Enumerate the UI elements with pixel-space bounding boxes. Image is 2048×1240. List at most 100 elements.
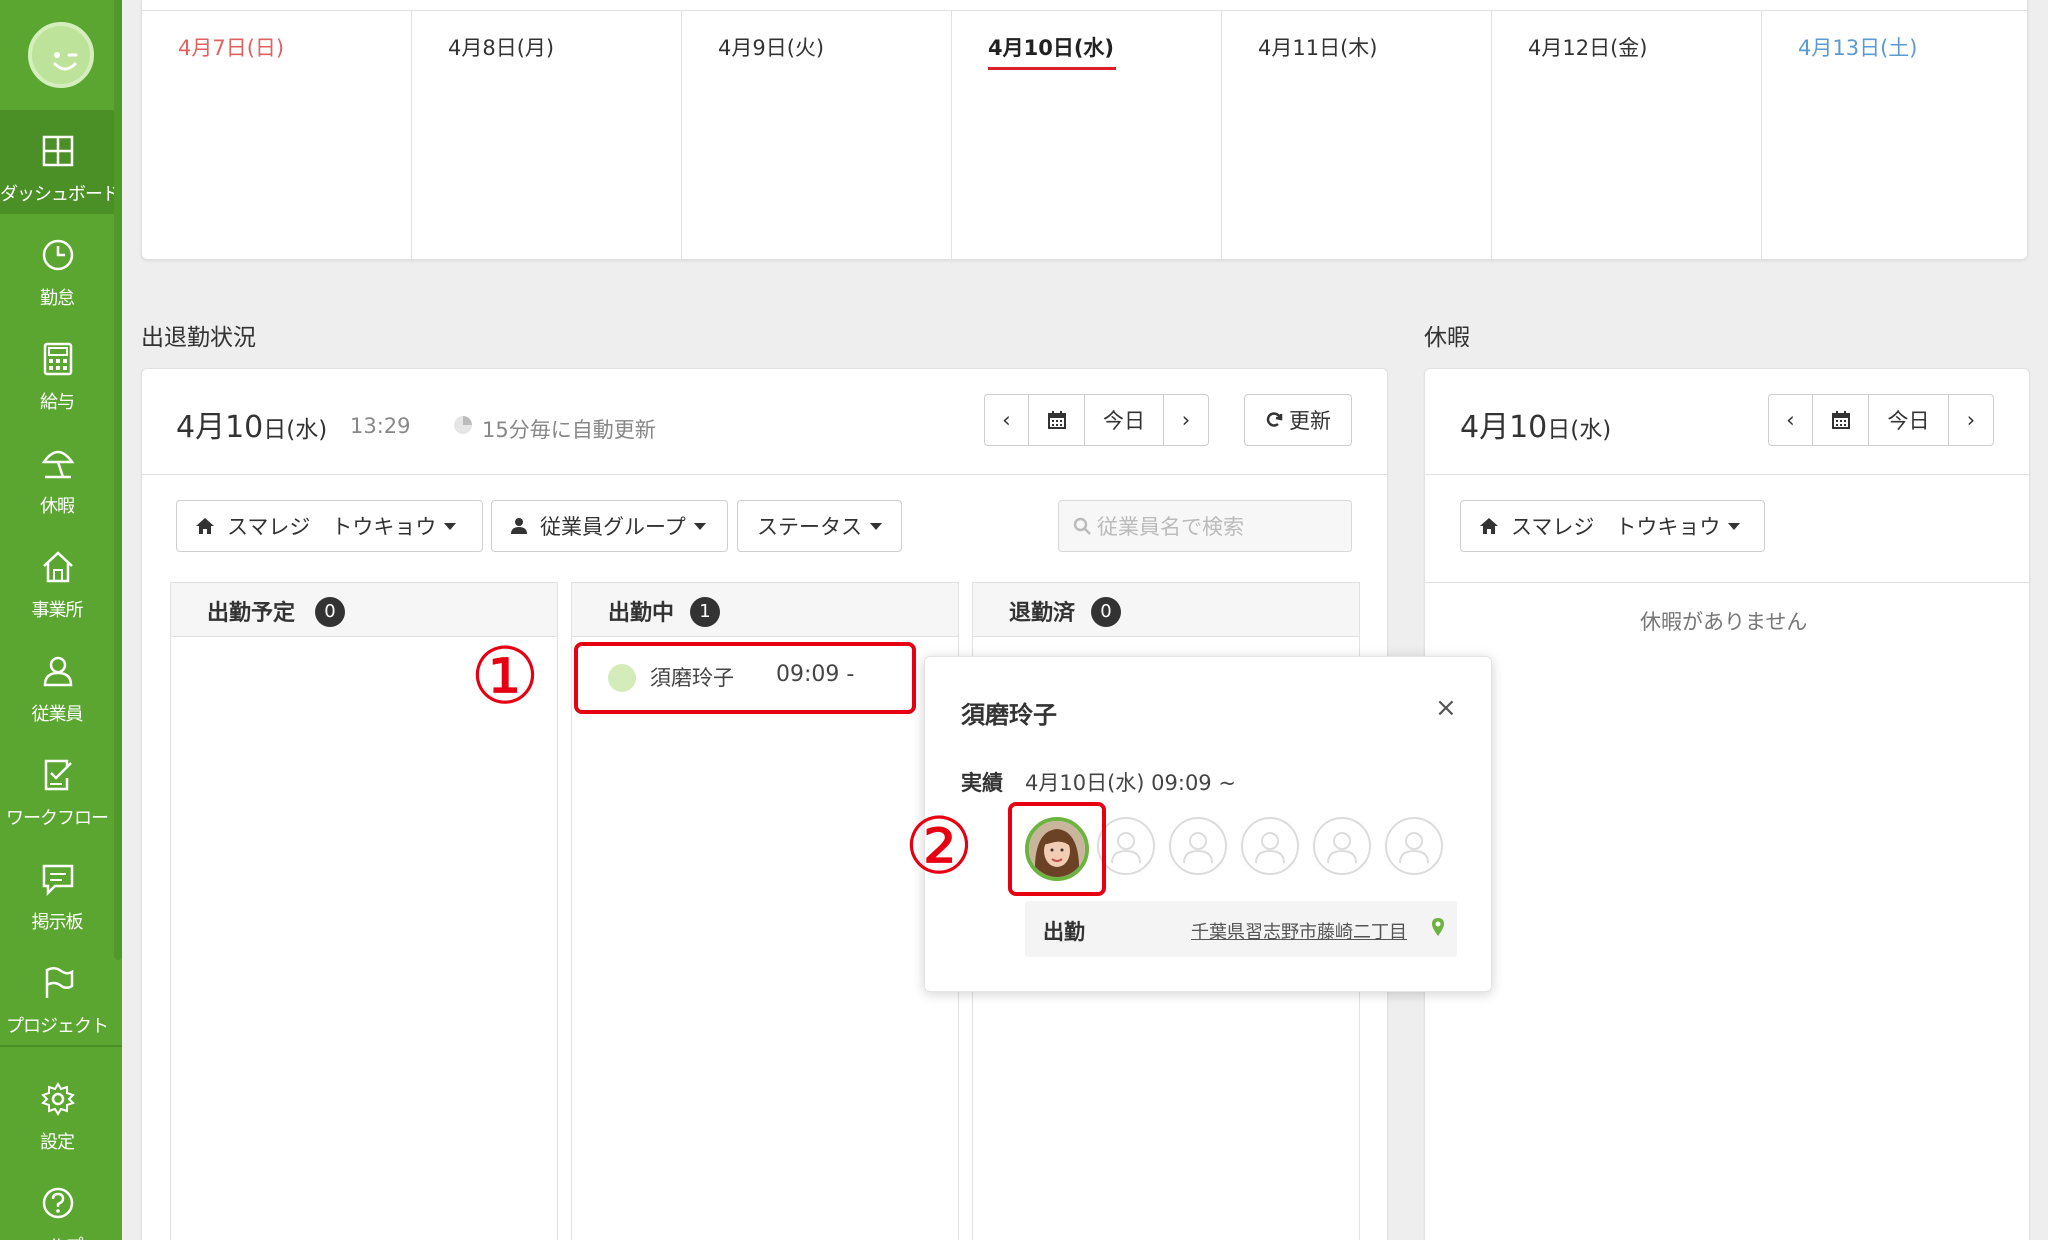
calendar-day-thu[interactable]: 4月11日(木) bbox=[1222, 10, 1492, 260]
sidebar-item-label: ヘルプ bbox=[0, 1232, 114, 1240]
day-label: 4月12日(金) bbox=[1528, 36, 1648, 60]
sidebar-item-office[interactable]: 事業所 bbox=[0, 526, 114, 630]
calendar-day-sat[interactable]: 4月13日(土) bbox=[1762, 10, 2029, 260]
sidebar-item-label: 給与 bbox=[40, 392, 75, 413]
store-filter-dropdown[interactable]: スマレジ トウキョウ bbox=[176, 500, 483, 552]
sidebar-scrollbar[interactable] bbox=[114, 0, 122, 960]
calendar-day-fri[interactable]: 4月12日(金) bbox=[1492, 10, 1762, 260]
today-underline bbox=[988, 67, 1116, 70]
calendar-button[interactable] bbox=[1813, 395, 1869, 445]
annotation-number-1: ① bbox=[470, 632, 540, 722]
sidebar-item-employees[interactable]: 従業員 bbox=[0, 630, 114, 734]
today-button[interactable]: 今日 bbox=[1869, 395, 1949, 445]
highlight-box-2 bbox=[1008, 802, 1106, 896]
close-icon[interactable]: × bbox=[1435, 693, 1457, 723]
sidebar: ダッシュボード 勤怠 給与 休暇 事業所 従業員 ワークフロー 掲示板 プロジェ… bbox=[0, 0, 122, 1240]
vacation-card bbox=[1424, 368, 2030, 1240]
calendar-icon bbox=[1047, 411, 1066, 429]
prev-date-button[interactable]: ‹ bbox=[985, 395, 1029, 445]
divider bbox=[141, 474, 1388, 475]
prev-date-button[interactable]: ‹ bbox=[1769, 395, 1813, 445]
refresh-button[interactable]: 更新 bbox=[1244, 394, 1352, 446]
vacation-store-filter-dropdown[interactable]: スマレジ トウキョウ bbox=[1460, 500, 1765, 552]
sidebar-item-label: 休暇 bbox=[40, 496, 75, 517]
sidebar-item-label: 勤怠 bbox=[40, 288, 75, 309]
sidebar-item-label: ダッシュボード bbox=[0, 184, 120, 205]
sidebar-item-label: 事業所 bbox=[31, 600, 84, 621]
sidebar-item-label: 従業員 bbox=[31, 704, 84, 725]
today-button[interactable]: 今日 bbox=[1085, 395, 1164, 445]
popup-employee-name: 須磨玲子 bbox=[961, 701, 1057, 729]
location-address-link[interactable]: 千葉県習志野市藤崎二丁目 bbox=[1191, 918, 1407, 944]
clock-icon bbox=[42, 239, 74, 271]
flag-icon bbox=[45, 967, 74, 998]
status-dropdown[interactable]: ステータス bbox=[737, 500, 902, 552]
search-icon bbox=[1073, 517, 1091, 535]
vacation-section-title: 休暇 bbox=[1424, 325, 1470, 351]
employee-group-dropdown[interactable]: 従業員グループ bbox=[491, 500, 728, 552]
sidebar-item-vacation[interactable]: 休暇 bbox=[0, 422, 114, 526]
calendar-icon bbox=[1831, 411, 1850, 429]
empty-photo-slot bbox=[1169, 817, 1227, 875]
attendance-date: 4月10日(水) bbox=[176, 410, 328, 445]
sidebar-item-dashboard[interactable]: ダッシュボード bbox=[0, 110, 120, 214]
calendar-button[interactable] bbox=[1029, 395, 1085, 445]
vacation-date-nav-group: ‹ 今日 › bbox=[1768, 394, 1994, 446]
highlight-box-1 bbox=[574, 642, 916, 714]
count-badge: 0 bbox=[1091, 597, 1121, 627]
sidebar-item-board[interactable]: 掲示板 bbox=[0, 838, 114, 942]
next-date-button[interactable]: › bbox=[1164, 395, 1208, 445]
sidebar-item-attendance[interactable]: 勤怠 bbox=[0, 214, 114, 318]
sidebar-item-label: ワークフロー bbox=[6, 808, 109, 829]
auto-refresh-pie-icon bbox=[454, 416, 472, 434]
refresh-icon bbox=[1266, 412, 1283, 427]
calendar-day-tue[interactable]: 4月9日(火) bbox=[682, 10, 952, 260]
annotation-number-2: ② bbox=[904, 802, 974, 892]
column-title: 退勤済 bbox=[1009, 601, 1076, 626]
current-time: 13:29 bbox=[350, 414, 411, 438]
chevron-left-icon: ‹ bbox=[1786, 408, 1795, 432]
attendance-section-title: 出退勤状況 bbox=[141, 325, 256, 351]
sidebar-item-help[interactable]: ヘルプ bbox=[0, 1162, 114, 1240]
day-label: 4月13日(土) bbox=[1798, 36, 1918, 60]
calendar-day-wed-today[interactable]: 4月10日(水) bbox=[952, 10, 1222, 260]
user-placeholder-icon bbox=[1399, 832, 1429, 864]
home-icon bbox=[1480, 518, 1498, 534]
logo[interactable] bbox=[28, 22, 94, 88]
column-header: 出勤予定 0 bbox=[171, 583, 557, 637]
record-label: 実績 bbox=[961, 771, 1003, 795]
count-badge: 0 bbox=[315, 597, 345, 627]
home-icon bbox=[43, 551, 73, 583]
user-icon bbox=[43, 656, 73, 687]
checklist-icon bbox=[44, 759, 72, 791]
empty-photo-slot bbox=[1241, 817, 1299, 875]
sidebar-item-payroll[interactable]: 給与 bbox=[0, 318, 114, 422]
chevron-left-icon: ‹ bbox=[1002, 408, 1011, 432]
week-calendar: 4月7日(日) 4月8日(月) 4月9日(火) 4月10日(水) 4月11日(木… bbox=[141, 0, 2028, 260]
auto-refresh-text: 15分毎に自動更新 bbox=[482, 418, 656, 442]
date-nav-group: ‹ 今日 › bbox=[984, 394, 1209, 446]
calendar-day-sun[interactable]: 4月7日(日) bbox=[142, 10, 412, 260]
clock-in-label: 出勤 bbox=[1043, 920, 1085, 944]
count-badge: 1 bbox=[690, 597, 720, 627]
refresh-label: 更新 bbox=[1289, 409, 1331, 433]
sidebar-item-project[interactable]: プロジェクト bbox=[0, 942, 114, 1046]
day-label: 4月10日(水) bbox=[988, 36, 1115, 60]
user-placeholder-icon bbox=[1183, 832, 1213, 864]
day-label: 4月9日(火) bbox=[718, 36, 825, 60]
calculator-icon bbox=[43, 342, 73, 376]
next-date-button[interactable]: › bbox=[1949, 395, 1993, 445]
gear-icon bbox=[41, 1082, 75, 1116]
day-label: 4月8日(月) bbox=[448, 36, 555, 60]
sidebar-divider bbox=[0, 1045, 122, 1047]
sidebar-item-label: プロジェクト bbox=[6, 1016, 109, 1037]
sidebar-item-workflow[interactable]: ワークフロー bbox=[0, 734, 114, 838]
employee-search-input[interactable]: 従業員名で検索 bbox=[1058, 500, 1352, 552]
map-pin-icon[interactable] bbox=[1431, 917, 1445, 937]
sidebar-item-label: 設定 bbox=[40, 1132, 75, 1153]
column-title: 出勤中 bbox=[608, 601, 675, 626]
calendar-day-mon[interactable]: 4月8日(月) bbox=[412, 10, 682, 260]
sidebar-item-settings[interactable]: 設定 bbox=[0, 1058, 114, 1162]
vacation-empty-message: 休暇がありません bbox=[1640, 610, 1808, 634]
day-label: 4月7日(日) bbox=[178, 36, 285, 60]
